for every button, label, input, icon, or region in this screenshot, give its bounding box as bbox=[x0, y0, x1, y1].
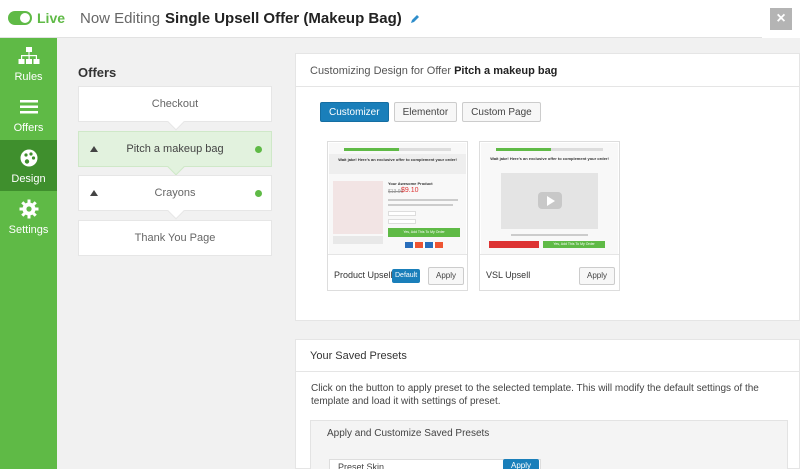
list-icon bbox=[18, 96, 40, 118]
sitemap-icon bbox=[18, 45, 40, 67]
sidebar-item-label: Design bbox=[11, 172, 46, 185]
preview-banner: Wait jake! Here's an exclusive offer to … bbox=[338, 157, 457, 162]
customize-panel: Customizing Design for Offer Pitch a mak… bbox=[295, 53, 800, 321]
offers-title: Offers bbox=[78, 65, 117, 80]
status-dot bbox=[255, 190, 262, 197]
apply-preset-button[interactable]: Apply bbox=[503, 459, 540, 469]
template-card-vsl-upsell[interactable]: Wait jake! Here's an exclusive offer to … bbox=[479, 141, 620, 291]
step-label: Checkout bbox=[151, 98, 199, 110]
live-toggle[interactable]: Live bbox=[8, 10, 65, 26]
title-prefix: Now Editing bbox=[80, 10, 161, 27]
sidebar-item-rules[interactable]: Rules bbox=[0, 38, 57, 89]
step-connector bbox=[167, 202, 185, 220]
pencil-icon[interactable] bbox=[410, 14, 420, 24]
customizer-button[interactable]: Customizer bbox=[320, 102, 389, 122]
template-preview: Wait jake! Here's an exclusive offer to … bbox=[329, 143, 466, 254]
template-name: Product Upsell bbox=[334, 270, 393, 280]
customize-heading: Customizing Design for Offer Pitch a mak… bbox=[296, 54, 799, 87]
sidebar: Rules Offers Design Settings bbox=[0, 38, 57, 469]
template-footer: Product Upsell Default Apply bbox=[328, 254, 467, 290]
customize-heading-prefix: Customizing Design for Offer bbox=[310, 65, 452, 77]
gear-icon bbox=[18, 198, 40, 220]
template-name: VSL Upsell bbox=[486, 270, 531, 280]
elementor-button[interactable]: Elementor bbox=[393, 102, 458, 122]
template-preview: Wait jake! Here's an exclusive offer to … bbox=[481, 143, 618, 254]
saved-presets-panel: Your Saved Presets Click on the button t… bbox=[295, 339, 800, 469]
design-mode-buttons: Customizer Elementor Custom Page bbox=[320, 102, 546, 122]
apply-template-button[interactable]: Apply bbox=[579, 267, 616, 285]
sidebar-item-label: Rules bbox=[14, 70, 43, 83]
custom-page-button[interactable]: Custom Page bbox=[462, 102, 541, 122]
sidebar-item-label: Offers bbox=[13, 121, 44, 134]
offer-step-thank-you-page[interactable]: Thank You Page bbox=[78, 220, 272, 256]
title-name: Single Upsell Offer (Makeup Bag) bbox=[165, 10, 402, 27]
preview-cta: Yes, Add This To My Order bbox=[543, 241, 605, 248]
step-connector bbox=[167, 158, 185, 176]
collapse-triangle-icon[interactable] bbox=[90, 146, 98, 152]
offer-step-pitch-makeup-bag[interactable]: Pitch a makeup bag bbox=[78, 131, 272, 176]
close-icon[interactable]: × bbox=[770, 8, 792, 30]
collapse-triangle-icon[interactable] bbox=[90, 190, 98, 196]
preview-cta: Yes, Add This To My Order bbox=[388, 228, 460, 237]
step-label: Thank You Page bbox=[134, 232, 216, 244]
step-label: Crayons bbox=[154, 187, 196, 199]
page-title: Now Editing Single Upsell Offer (Makeup … bbox=[80, 10, 420, 27]
template-footer: VSL Upsell Apply bbox=[480, 254, 619, 290]
palette-icon bbox=[18, 147, 40, 169]
apply-presets-title: Apply and Customize Saved Presets bbox=[327, 428, 490, 439]
toggle-switch[interactable] bbox=[8, 11, 32, 25]
apply-template-button[interactable]: Apply bbox=[428, 267, 465, 285]
top-bar: Live Now Editing Single Upsell Offer (Ma… bbox=[0, 0, 800, 38]
customize-heading-offer: Pitch a makeup bag bbox=[454, 65, 558, 77]
close-button[interactable]: × bbox=[762, 0, 800, 38]
sidebar-item-label: Settings bbox=[8, 223, 49, 236]
sidebar-item-design[interactable]: Design bbox=[0, 140, 57, 191]
preview-price: $9.10 bbox=[401, 187, 419, 194]
saved-presets-title: Your Saved Presets bbox=[296, 340, 799, 372]
preview-product: Your Awesome Product bbox=[388, 181, 433, 186]
template-card-product-upsell[interactable]: Wait jake! Here's an exclusive offer to … bbox=[327, 141, 468, 291]
step-label: Pitch a makeup bag bbox=[126, 143, 224, 155]
preview-banner: Wait jake! Here's an exclusive offer to … bbox=[490, 156, 609, 161]
apply-presets-box: Apply and Customize Saved Presets Preset… bbox=[310, 420, 788, 469]
step-connector bbox=[167, 113, 185, 131]
saved-presets-description: Click on the button to apply preset to t… bbox=[311, 383, 759, 407]
live-label: Live bbox=[37, 10, 66, 26]
offer-step-crayons[interactable]: Crayons bbox=[78, 175, 272, 220]
default-badge: Default bbox=[392, 269, 421, 283]
sidebar-item-settings[interactable]: Settings bbox=[0, 191, 57, 242]
status-dot bbox=[255, 146, 262, 153]
sidebar-item-offers[interactable]: Offers bbox=[0, 89, 57, 140]
offer-step-checkout[interactable]: Checkout bbox=[78, 86, 272, 131]
offers-column: Offers Checkout Pitch a makeup bag Crayo… bbox=[57, 38, 292, 469]
